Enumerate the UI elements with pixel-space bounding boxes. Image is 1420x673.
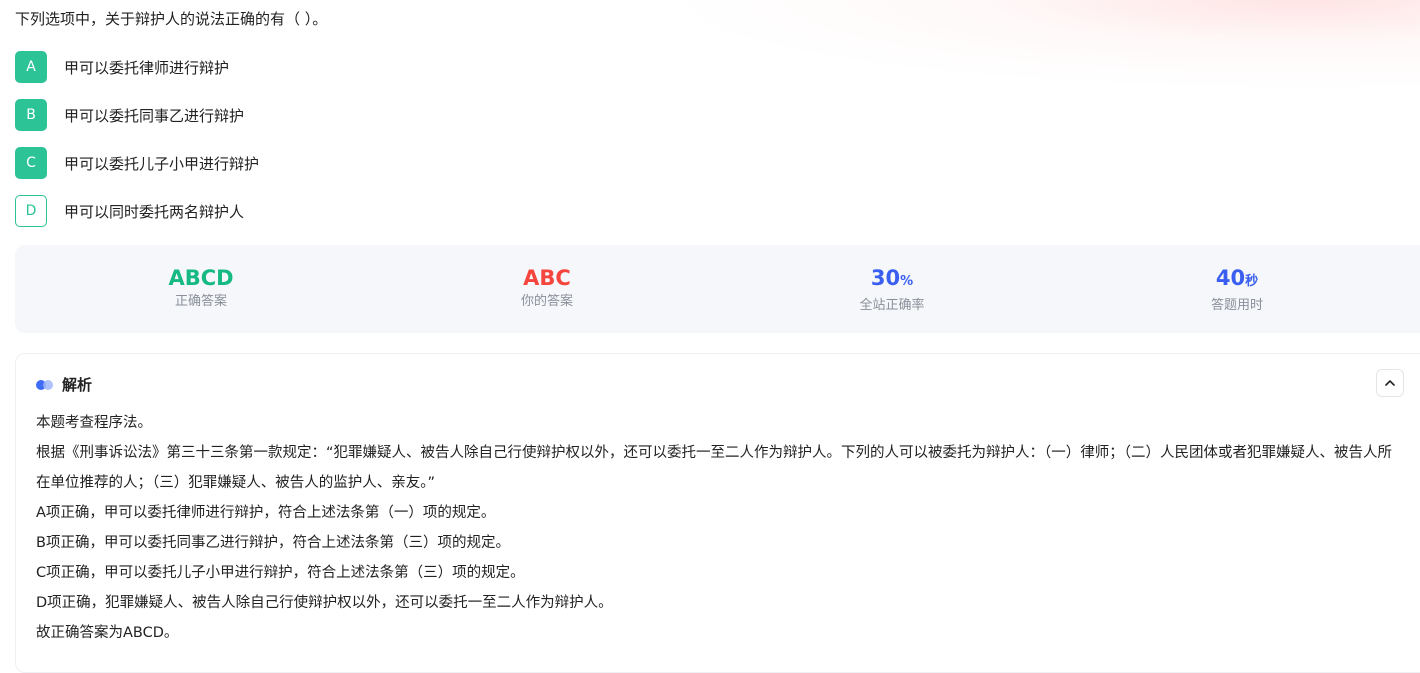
- question-text: 下列选项中，关于辩护人的说法正确的有（ ）。: [15, 10, 328, 28]
- option-b-letter: B: [15, 99, 47, 131]
- correct-answer-value: ABCD: [168, 266, 234, 290]
- option-c-text: 甲可以委托儿子小甲进行辩护: [64, 154, 260, 173]
- analysis-title: 解析: [62, 376, 93, 394]
- accuracy-label: 全站正确率: [859, 298, 925, 313]
- option-d-letter: D: [15, 195, 47, 227]
- time-value: 40: [1215, 266, 1246, 290]
- analysis-panel: 解析 本题考查程序法。 根据《刑事诉讼法》第三十三条第一款规定：“犯罪嫌疑人、被…: [15, 353, 1420, 673]
- option-a-text: 甲可以委托律师进行辩护: [64, 58, 230, 77]
- option-c[interactable]: C 甲可以委托儿子小甲进行辩护: [15, 147, 259, 179]
- accuracy-unit: %: [900, 274, 914, 289]
- analysis-paragraph: 故正确答案为ABCD。: [36, 625, 179, 641]
- time-unit: 秒: [1245, 274, 1259, 289]
- option-d[interactable]: D 甲可以同时委托两名辩护人: [15, 195, 244, 227]
- analysis-paragraph: 根据《刑事诉讼法》第三十三条第一款规定：“犯罪嫌疑人、被告人除自己行使辩护权以外…: [36, 445, 1393, 491]
- your-answer-label: 你的答案: [520, 294, 573, 309]
- option-a[interactable]: A 甲可以委托律师进行辩护: [15, 51, 229, 83]
- stat-accuracy: 30% 全站正确率: [792, 264, 992, 316]
- stat-your-answer: ABC 你的答案: [447, 264, 647, 312]
- collapse-button[interactable]: [1376, 369, 1404, 397]
- stat-correct-answer: ABCD 正确答案: [101, 264, 301, 312]
- answer-stats-panel: ABCD 正确答案 ABC 你的答案 30% 全站正确率 40秒 答题用时: [15, 245, 1420, 333]
- header-decoration: [660, 0, 1420, 90]
- option-c-letter: C: [15, 147, 47, 179]
- time-value-wrap: 40秒: [1137, 264, 1337, 296]
- analysis-paragraph: 本题考查程序法。: [36, 415, 152, 431]
- option-d-text: 甲可以同时委托两名辩护人: [64, 202, 245, 221]
- option-a-letter: A: [15, 51, 47, 83]
- accuracy-value-wrap: 30%: [792, 264, 992, 296]
- correct-answer-label: 正确答案: [174, 294, 227, 309]
- stat-time: 40秒 答题用时: [1137, 264, 1337, 316]
- analysis-paragraph: D项正确，犯罪嫌疑人、被告人除自己行使辩护权以外，还可以委托一至二人作为辩护人。: [36, 595, 613, 611]
- analysis-dots-icon: [36, 379, 54, 390]
- analysis-header: 解析: [36, 374, 92, 395]
- option-b[interactable]: B 甲可以委托同事乙进行辩护: [15, 99, 244, 131]
- analysis-paragraph: B项正确，甲可以委托同事乙进行辩护，符合上述法条第（三）项的规定。: [36, 535, 510, 551]
- time-label: 答题用时: [1210, 298, 1263, 313]
- your-answer-value: ABC: [523, 266, 571, 290]
- analysis-paragraph: A项正确，甲可以委托律师进行辩护，符合上述法条第（一）项的规定。: [36, 505, 496, 521]
- option-b-text: 甲可以委托同事乙进行辩护: [64, 106, 245, 125]
- analysis-body: 本题考查程序法。 根据《刑事诉讼法》第三十三条第一款规定：“犯罪嫌疑人、被告人除…: [36, 408, 1406, 648]
- accuracy-value: 30: [870, 266, 901, 290]
- chevron-up-icon: [1385, 380, 1395, 386]
- analysis-paragraph: C项正确，甲可以委托儿子小甲进行辩护，符合上述法条第（三）项的规定。: [36, 565, 525, 581]
